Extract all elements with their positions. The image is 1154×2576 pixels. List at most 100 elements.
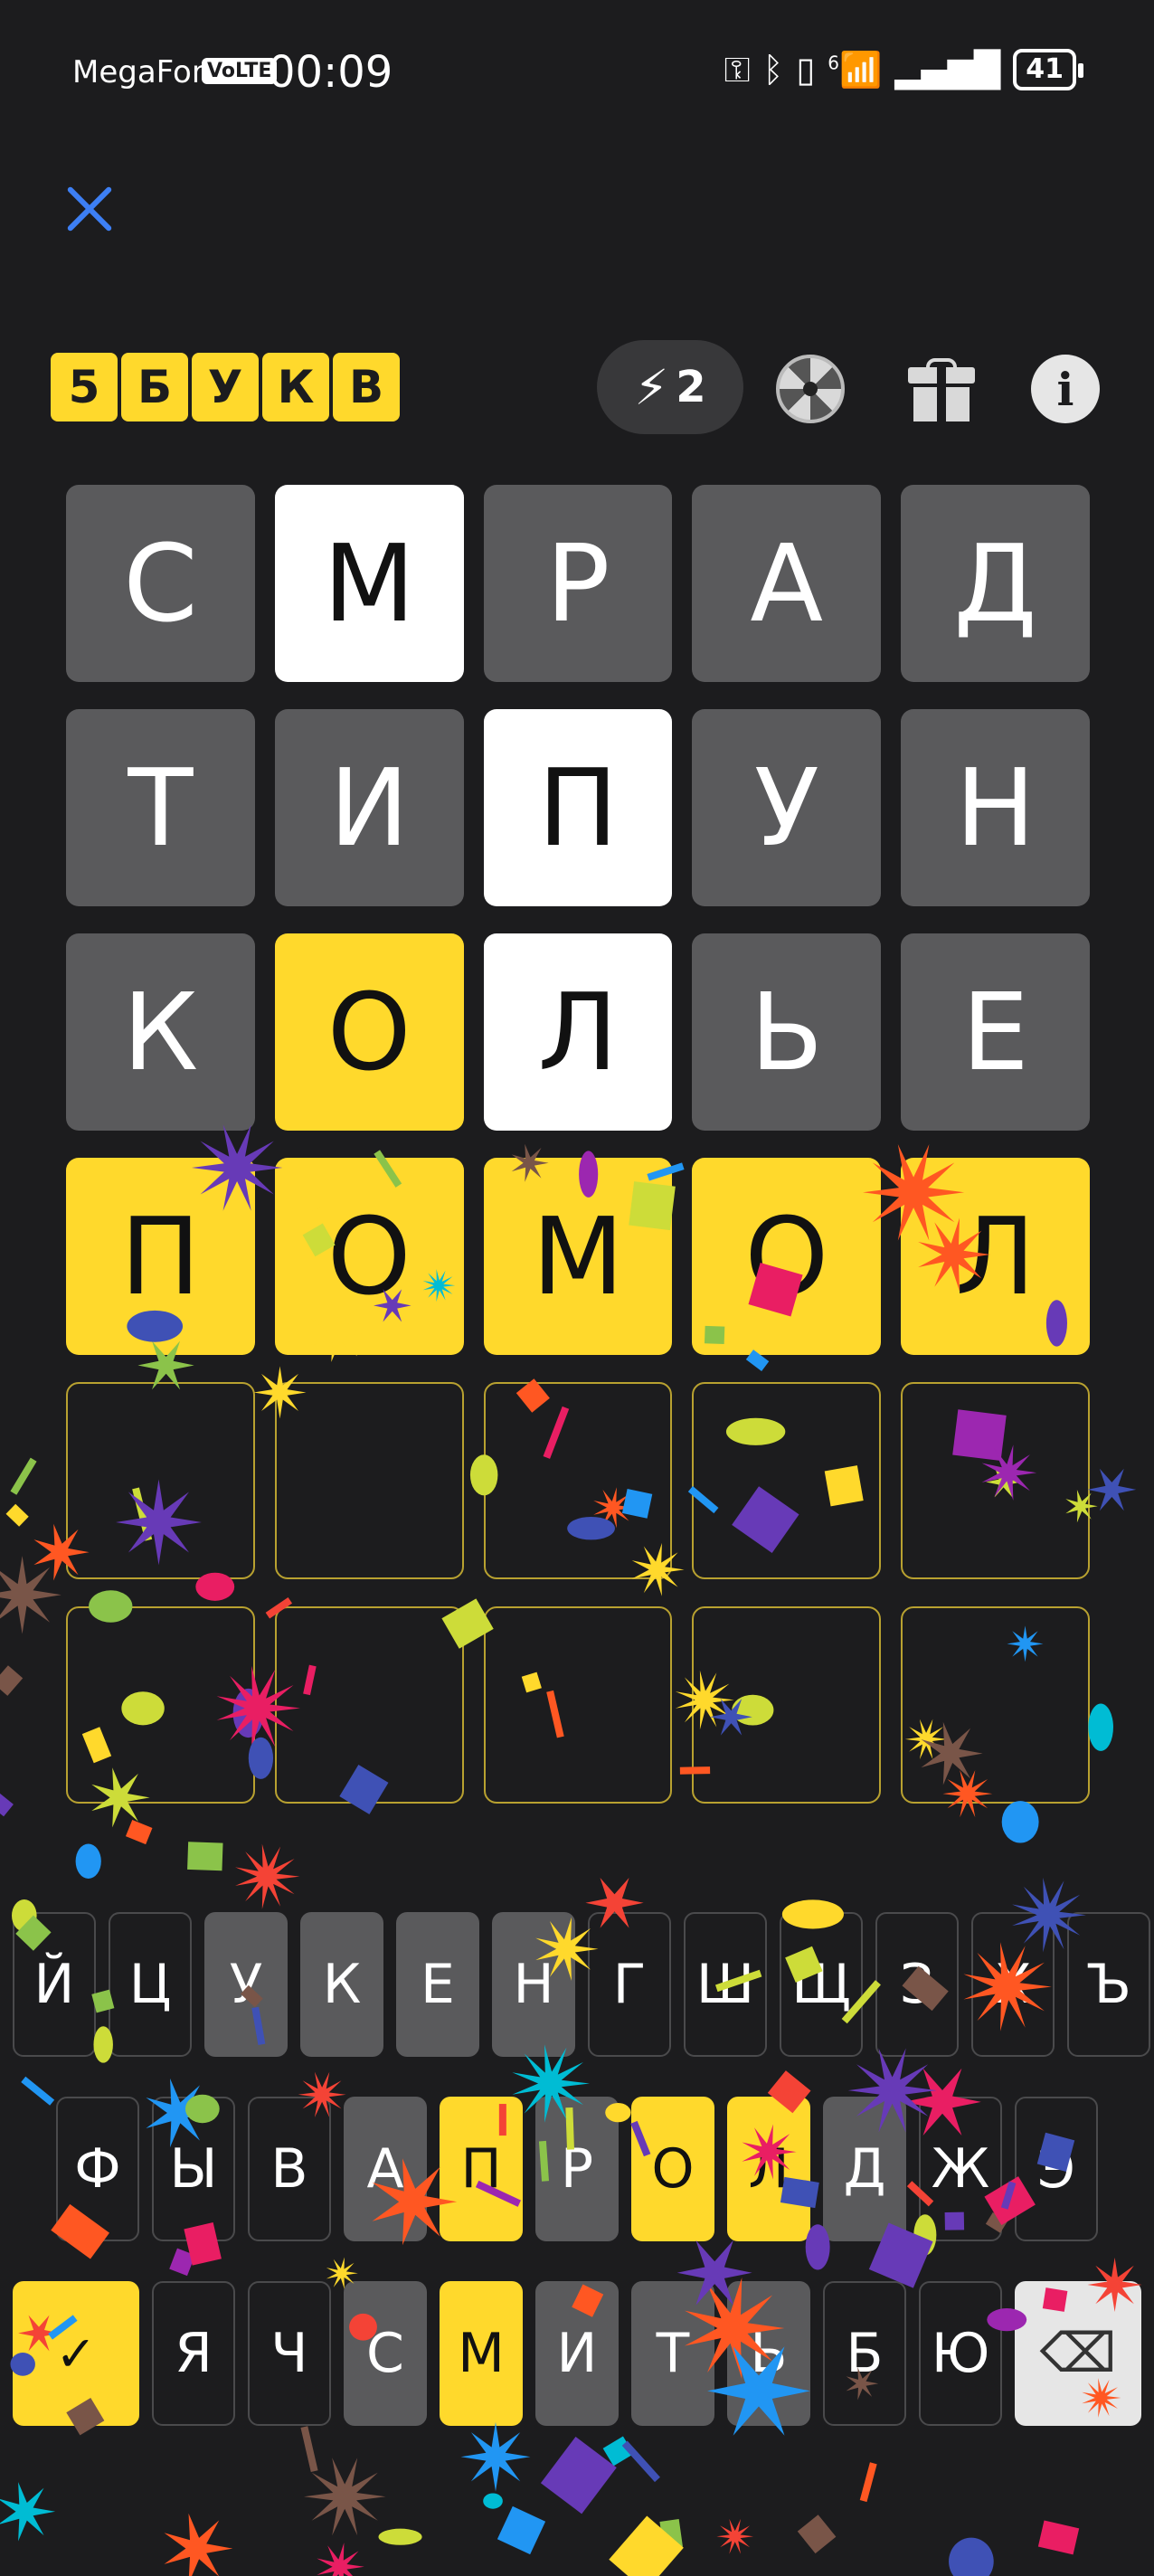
key-Э[interactable]: Э (1015, 2097, 1098, 2241)
key-П[interactable]: П (440, 2097, 523, 2241)
board-row: КОЛЬЕ (66, 933, 1090, 1131)
hint-button[interactable]: ⚡ 2 (597, 340, 743, 434)
board-tile: П (483, 709, 673, 906)
hint-count: 2 (676, 362, 706, 412)
key-С[interactable]: С (344, 2281, 427, 2426)
confetti-star (317, 2543, 364, 2576)
logo-letter: 5 (51, 353, 118, 421)
board-tile: У (692, 709, 882, 906)
key-А[interactable]: А (344, 2097, 427, 2241)
board-tile: Н (901, 709, 1090, 906)
key-У[interactable]: У (204, 1912, 288, 2057)
key-Ю[interactable]: Ю (919, 2281, 1002, 2426)
board-row: СМРАД (66, 485, 1090, 682)
key-Й[interactable]: Й (13, 1912, 96, 2057)
board-tile: Д (901, 485, 1090, 682)
confetti-streamer (10, 1457, 37, 1495)
board-row (66, 1382, 1090, 1579)
key-Ж[interactable]: Ж (919, 2097, 1002, 2241)
status-time: 00:09 (268, 47, 393, 98)
board-row: ПОМОЛ (66, 1158, 1090, 1355)
key-Щ[interactable]: Щ (780, 1912, 863, 2057)
enter-button[interactable]: ✓ (13, 2281, 139, 2426)
confetti-square (497, 2505, 546, 2555)
bluetooth-icon: ᛒ (762, 50, 784, 90)
confetti-dot (378, 2528, 422, 2545)
confetti-square (169, 2248, 195, 2277)
key-Ц[interactable]: Ц (109, 1912, 192, 2057)
status-bar: MegaFon VoLTE 00:09 ⚿ ᛒ ▯ 6📶 ▂▄▆█ 41 (0, 0, 1154, 145)
status-icons: ⚿ ᛒ ▯ 6📶 ▂▄▆█ 41 (724, 49, 1083, 90)
close-button[interactable] (65, 185, 114, 233)
key-Б[interactable]: Б (823, 2281, 906, 2426)
board-tile: Р (483, 485, 673, 682)
key-Х[interactable]: Х (971, 1912, 1055, 2057)
key-Т[interactable]: Т (631, 2281, 714, 2426)
board-tile: Л (483, 933, 673, 1131)
confetti-streamer (621, 2440, 660, 2483)
key-Л[interactable]: Л (727, 2097, 810, 2241)
key-О[interactable]: О (631, 2097, 714, 2241)
key-icon: ⚿ (724, 49, 751, 90)
confetti-star (1087, 1468, 1137, 1511)
board-tile: Л (901, 1158, 1090, 1355)
key-Ь[interactable]: Ь (727, 2281, 810, 2426)
board-row: ТИПУН (66, 709, 1090, 906)
confetti-square (5, 1503, 29, 1527)
confetti-streamer (300, 2426, 318, 2473)
keyboard-row2: ФЫВАПРОЛДЖЭ (56, 2097, 1098, 2241)
info-icon[interactable]: i (1031, 355, 1100, 423)
wifi-icon: 6📶 (828, 49, 883, 90)
logo-letter: В (333, 353, 400, 421)
fortune-wheel-icon[interactable] (776, 355, 845, 423)
battery-icon: 41 (1013, 49, 1083, 90)
confetti-square (187, 1842, 223, 1871)
board-tile (274, 1606, 464, 1804)
keyboard-row3: ✓ Я Ч С М И Т Ь Б Ю ⌫ (13, 2281, 1141, 2426)
board-tile: Е (901, 933, 1090, 1131)
logo-letter: У (192, 353, 259, 421)
key-К[interactable]: К (300, 1912, 383, 2057)
key-Ф[interactable]: Ф (56, 2097, 139, 2241)
key-Н[interactable]: Н (492, 1912, 575, 2057)
confetti-square (602, 2436, 634, 2467)
key-Е[interactable]: Е (396, 1912, 479, 2057)
key-Ъ[interactable]: Ъ (1067, 1912, 1150, 2057)
board-tile: П (66, 1158, 255, 1355)
key-З[interactable]: З (875, 1912, 959, 2057)
key-Ч[interactable]: Ч (248, 2281, 331, 2426)
confetti-streamer (859, 2462, 877, 2503)
network-type: 6 (828, 51, 840, 73)
confetti-star (164, 2513, 233, 2576)
board-row (66, 1606, 1090, 1804)
backspace-button[interactable]: ⌫ (1015, 2281, 1141, 2426)
carrier-name: MegaFon (72, 54, 212, 90)
board-tile: М (274, 485, 464, 682)
board-tile (483, 1606, 673, 1804)
board-tile: Ь (692, 933, 882, 1131)
signal-icon: ▂▄▆█ (894, 50, 1001, 90)
key-Ы[interactable]: Ы (152, 2097, 235, 2241)
key-Г[interactable]: Г (588, 1912, 671, 2057)
key-В[interactable]: В (248, 2097, 331, 2241)
gift-icon[interactable] (908, 358, 975, 421)
board-tile: М (483, 1158, 673, 1355)
board-tile (66, 1606, 255, 1804)
key-Ш[interactable]: Ш (684, 1912, 767, 2057)
lightning-icon: ⚡ (634, 358, 669, 416)
key-Я[interactable]: Я (152, 2281, 235, 2426)
logo-letter: К (262, 353, 329, 421)
app-logo: 5 Б У К В (51, 353, 400, 421)
confetti-star (716, 2518, 753, 2554)
key-Р[interactable]: Р (535, 2097, 619, 2241)
board-tile (66, 1382, 255, 1579)
board-tile: К (66, 933, 255, 1131)
confetti-square (0, 1793, 14, 1817)
key-Д[interactable]: Д (823, 2097, 906, 2241)
confetti-star (0, 2482, 56, 2542)
key-М[interactable]: М (440, 2281, 523, 2426)
vibrate-icon: ▯ (796, 50, 816, 90)
confetti-star (0, 1556, 61, 1634)
confetti-star (235, 1843, 300, 1909)
key-И[interactable]: И (535, 2281, 619, 2426)
